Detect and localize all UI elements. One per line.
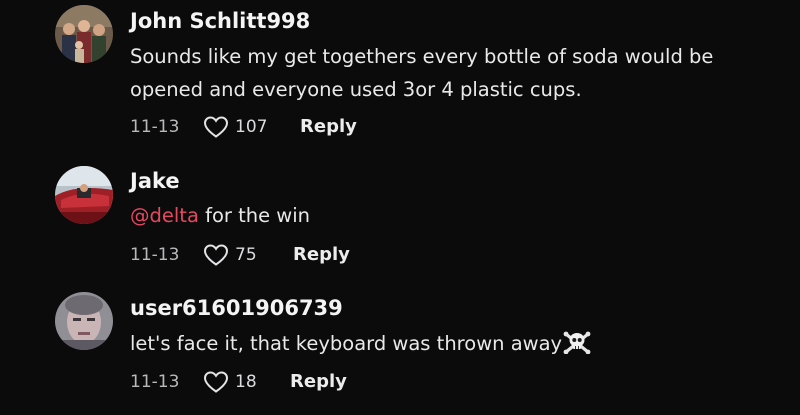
comment-date: 11-13	[130, 372, 180, 392]
avatar[interactable]	[55, 166, 113, 224]
comment-date: 11-13	[130, 117, 180, 137]
like-count: 75	[235, 245, 257, 265]
comment-username[interactable]: user61601906739	[130, 296, 343, 320]
heart-icon	[203, 371, 229, 393]
skull-and-crossbones-icon	[563, 330, 591, 364]
comment-meta: 11-13 107	[130, 114, 267, 140]
like-button[interactable]: 18	[203, 370, 257, 394]
heart-icon	[203, 244, 229, 266]
comment-text-body: for the win	[198, 204, 311, 227]
reply-button[interactable]: Reply	[290, 371, 347, 392]
heart-icon	[203, 116, 229, 138]
avatar[interactable]	[55, 292, 113, 350]
comment-username[interactable]: John Schlitt998	[130, 9, 310, 33]
like-button[interactable]: 107	[203, 115, 267, 139]
comment-meta: 11-13 18	[130, 369, 257, 395]
comment-date: 11-13	[130, 245, 180, 265]
comment-item: Jake @delta for the win 11-13 75 Reply	[0, 150, 800, 280]
comment-item: user61601906739 let's face it, that keyb…	[0, 280, 800, 415]
like-count: 18	[235, 372, 257, 392]
comment-text: Sounds like my get togethers every bottl…	[130, 45, 714, 101]
reply-button[interactable]: Reply	[293, 244, 350, 265]
comment-text: let's face it, that keyboard was thrown …	[130, 327, 770, 364]
comment-username[interactable]: Jake	[130, 169, 180, 193]
comment-text: @delta for the win	[130, 199, 770, 232]
comment-item: John Schlitt998 Sounds like my get toget…	[0, 0, 800, 150]
reply-button[interactable]: Reply	[300, 116, 357, 137]
mention-link[interactable]: @delta	[130, 204, 199, 227]
like-count: 107	[235, 117, 268, 137]
comment-meta: 11-13 75	[130, 242, 257, 268]
comment-text-body: let's face it, that keyboard was thrown …	[130, 332, 563, 355]
like-button[interactable]: 75	[203, 243, 257, 267]
avatar[interactable]	[55, 5, 113, 63]
